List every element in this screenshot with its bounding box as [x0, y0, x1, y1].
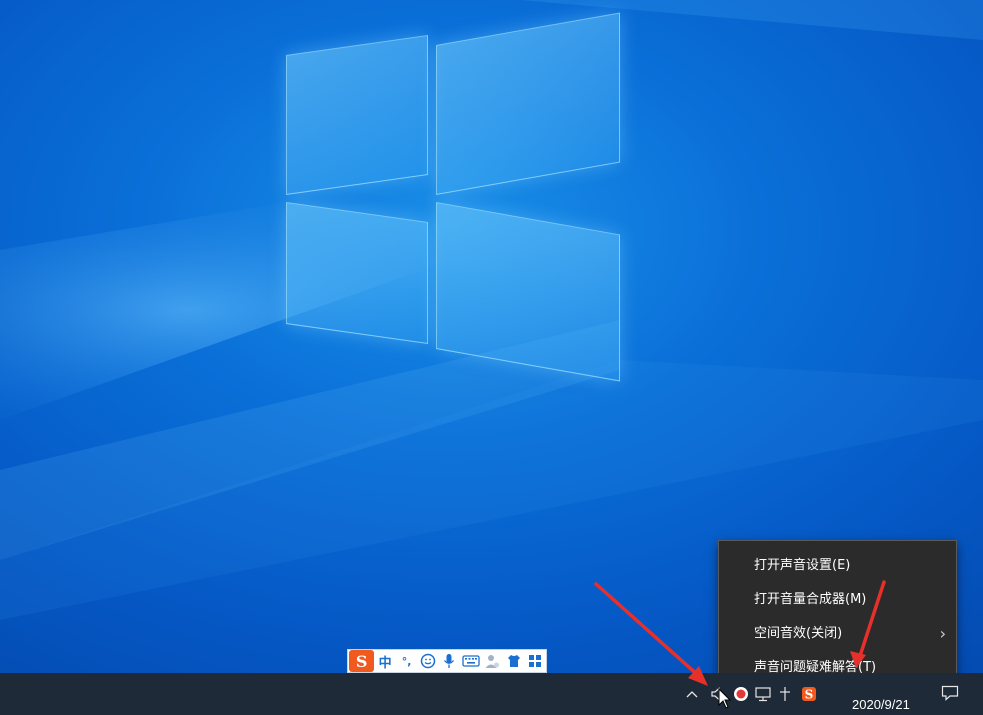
- chevron-up-icon[interactable]: [684, 690, 700, 698]
- logo-pane-top-left: [286, 35, 428, 196]
- sogou-icon[interactable]: S: [796, 686, 822, 702]
- sogou-logo[interactable]: S: [349, 650, 375, 672]
- mic-icon[interactable]: [439, 650, 460, 672]
- menu-item-open-volume-mixer[interactable]: 打开音量合成器(M): [719, 583, 956, 617]
- toolbox-icon[interactable]: [525, 650, 546, 672]
- menu-item-spatial-sound[interactable]: 空间音效(关闭) ›: [719, 617, 956, 651]
- chevron-right-icon: ›: [939, 624, 946, 643]
- keyboard-icon[interactable]: [460, 650, 481, 672]
- skin-icon[interactable]: [503, 650, 524, 672]
- system-tray: S: [684, 673, 822, 715]
- ime-toolbar[interactable]: S 中 °,: [347, 649, 547, 673]
- pin-icon[interactable]: [774, 686, 796, 702]
- taskbar-clock-date[interactable]: 2020/9/21: [852, 697, 910, 712]
- user-icon[interactable]: [482, 650, 503, 672]
- menu-item-label: 打开音量合成器(M): [754, 592, 867, 607]
- menu-item-label: 打开声音设置(E): [754, 558, 851, 573]
- emoji-icon[interactable]: [417, 650, 438, 672]
- ime-mode-toggle[interactable]: 中: [374, 650, 395, 672]
- ime-punctuation-toggle[interactable]: °,: [396, 650, 417, 672]
- notification-icon[interactable]: [940, 685, 960, 705]
- menu-item-label: 空间音效(关闭): [754, 626, 843, 641]
- svg-text:S: S: [805, 688, 814, 702]
- menu-item-open-sound-settings[interactable]: 打开声音设置(E): [719, 549, 956, 583]
- record-icon[interactable]: [730, 686, 752, 702]
- logo-pane-bottom-left: [286, 202, 428, 344]
- taskbar: S: [0, 673, 983, 715]
- sound-context-menu: 打开声音设置(E) 打开音量合成器(M) 空间音效(关闭) › 声音问题疑难解答…: [718, 540, 957, 691]
- network-icon[interactable]: [752, 686, 774, 702]
- mouse-cursor-icon: [718, 688, 732, 709]
